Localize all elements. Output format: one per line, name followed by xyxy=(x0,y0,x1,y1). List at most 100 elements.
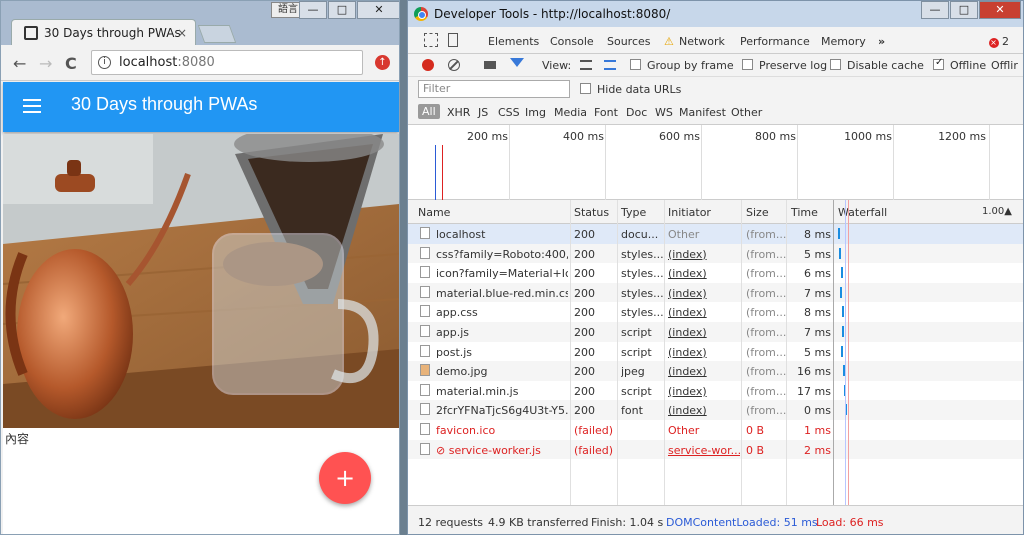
minimize-button[interactable]: — xyxy=(299,1,327,19)
extension-icon[interactable]: ↑ xyxy=(375,55,390,70)
table-row[interactable]: material.blue-red.min.css 200 styles... (in… xyxy=(408,282,1023,303)
preserve-log-checkbox[interactable] xyxy=(742,59,753,70)
group-by-frame-label: Group by frame xyxy=(647,59,734,72)
grid-line xyxy=(797,125,798,200)
record-icon[interactable] xyxy=(422,59,434,71)
request-name[interactable]: css?family=Roboto:400,... xyxy=(436,248,568,261)
tab-elements[interactable]: Elements xyxy=(488,35,539,48)
maximize-button[interactable]: □ xyxy=(328,1,356,19)
table-row[interactable]: localhost 200 docu... Other (from... 8 ms xyxy=(408,224,1023,244)
more-tabs-icon[interactable]: » xyxy=(878,35,885,48)
col-type[interactable]: Type xyxy=(621,206,646,219)
overview-icon[interactable] xyxy=(604,60,616,70)
tab-network[interactable]: Network xyxy=(665,35,731,57)
menu-icon[interactable] xyxy=(23,99,41,113)
offline-checkbox[interactable] xyxy=(933,57,944,70)
col-size[interactable]: Size xyxy=(746,206,769,219)
back-arrow-icon[interactable]: ← xyxy=(13,54,26,73)
request-initiator[interactable]: (index) xyxy=(668,287,740,300)
type-manifest[interactable]: Manifest xyxy=(679,106,726,119)
type-doc[interactable]: Doc xyxy=(626,106,647,119)
type-all[interactable]: All xyxy=(418,104,440,119)
request-name[interactable]: post.js xyxy=(436,346,568,359)
forward-arrow-icon[interactable]: → xyxy=(39,54,52,73)
col-status[interactable]: Status xyxy=(574,206,609,219)
type-ws[interactable]: WS xyxy=(655,106,673,119)
tab-console[interactable]: Console xyxy=(550,35,594,48)
request-name[interactable]: icon?family=Material+Ic... xyxy=(436,267,568,280)
error-counter[interactable]: × 2 xyxy=(988,35,1009,48)
devtools-minimize-button[interactable]: — xyxy=(921,1,949,19)
request-initiator[interactable]: (index) xyxy=(668,248,740,261)
request-size: (from... xyxy=(746,228,786,241)
tick-label: 200 ms xyxy=(467,130,508,143)
type-font[interactable]: Font xyxy=(594,106,618,119)
request-initiator[interactable]: (index) xyxy=(668,326,740,339)
close-button[interactable]: ✕ xyxy=(357,1,399,19)
devtools-close-button[interactable]: ✕ xyxy=(979,1,1021,19)
request-name[interactable]: 2fcrYFNaTjcS6g4U3t-Y5... xyxy=(436,404,568,417)
table-row[interactable]: ⊘ service-worker.js (failed) service-wor..… xyxy=(408,439,1023,460)
hide-data-urls-checkbox[interactable] xyxy=(580,83,591,94)
table-row[interactable]: material.min.js 200 script (index) (from... 1… xyxy=(408,381,1023,401)
col-time[interactable]: Time xyxy=(791,206,818,219)
request-name[interactable]: localhost xyxy=(436,228,568,241)
tab-memory[interactable]: Memory xyxy=(821,35,866,48)
table-row[interactable]: icon?family=Material+Ic... 200 styles... (i… xyxy=(408,263,1023,283)
reload-icon[interactable]: C xyxy=(65,54,77,73)
table-row[interactable]: app.js 200 script (index) (from... 7 ms xyxy=(408,322,1023,342)
col-initiator[interactable]: Initiator xyxy=(668,206,711,219)
throttling-select[interactable]: Offlir xyxy=(991,59,1018,72)
request-initiator[interactable]: (index) xyxy=(668,385,740,398)
type-other[interactable]: Other xyxy=(731,106,762,119)
table-row[interactable]: demo.jpg 200 jpeg (index) (from... 16 ms xyxy=(408,361,1023,381)
request-name[interactable]: favicon.ico xyxy=(436,424,568,437)
request-name[interactable]: material.min.js xyxy=(436,385,568,398)
waterfall-sort[interactable]: 1.00▲ xyxy=(982,206,1012,217)
request-initiator[interactable]: Other xyxy=(668,228,740,241)
table-row[interactable]: app.css 200 styles... (index) (from... 8 ms xyxy=(408,302,1023,322)
table-row[interactable]: css?family=Roboto:400,... 200 styles... (in… xyxy=(408,243,1023,264)
waterfall-bar xyxy=(841,267,843,279)
table-row[interactable]: 2fcrYFNaTjcS6g4U3t-Y5... 200 font (index) (f… xyxy=(408,400,1023,420)
filter-icon[interactable] xyxy=(510,58,524,67)
table-row[interactable]: favicon.ico (failed) Other 0 B 1 ms xyxy=(408,420,1023,440)
device-toolbar-icon[interactable] xyxy=(448,33,458,47)
filter-input[interactable]: Filter xyxy=(418,80,570,98)
request-initiator[interactable]: (index) xyxy=(668,267,740,280)
url-input[interactable]: i localhost :8080 xyxy=(91,50,363,75)
request-initiator[interactable]: (index) xyxy=(668,365,740,378)
type-js[interactable]: JS xyxy=(478,106,488,119)
request-name[interactable]: material.blue-red.min.css xyxy=(436,287,568,300)
request-name[interactable]: ⊘ service-worker.js xyxy=(436,444,568,457)
request-initiator[interactable]: (index) xyxy=(668,306,740,319)
new-tab-button[interactable] xyxy=(197,25,237,43)
disable-cache-checkbox[interactable] xyxy=(830,59,841,70)
tab-close-icon[interactable]: × xyxy=(177,26,187,40)
col-name[interactable]: Name xyxy=(418,206,450,219)
type-media[interactable]: Media xyxy=(554,106,587,119)
inspect-element-icon[interactable] xyxy=(424,33,438,47)
type-img[interactable]: Img xyxy=(525,106,546,119)
request-initiator[interactable]: service-wor... xyxy=(668,444,740,457)
request-name[interactable]: demo.jpg xyxy=(436,365,568,378)
capture-screenshots-icon[interactable] xyxy=(484,61,496,69)
request-name[interactable]: app.css xyxy=(436,306,568,319)
table-row[interactable]: post.js 200 script (index) (from... 5 ms xyxy=(408,342,1023,362)
request-name[interactable]: app.js xyxy=(436,326,568,339)
browser-tab[interactable]: 30 Days through PWAs × xyxy=(11,19,196,46)
tab-sources[interactable]: Sources xyxy=(607,35,651,48)
tab-performance[interactable]: Performance xyxy=(740,35,810,48)
devtools-maximize-button[interactable]: □ xyxy=(950,1,978,19)
clear-icon[interactable] xyxy=(448,59,460,71)
request-initiator[interactable]: (index) xyxy=(668,346,740,359)
group-by-frame-checkbox[interactable] xyxy=(630,59,641,70)
timeline-overview[interactable]: 200 ms 400 ms 600 ms 800 ms 1000 ms 1200… xyxy=(408,125,1023,200)
type-xhr[interactable]: XHR xyxy=(447,106,470,119)
add-fab-button[interactable]: + xyxy=(319,452,371,504)
request-initiator[interactable]: (index) xyxy=(668,404,740,417)
type-css[interactable]: CSS xyxy=(498,106,520,119)
request-initiator[interactable]: Other xyxy=(668,424,740,437)
info-icon[interactable]: i xyxy=(98,56,111,69)
large-rows-icon[interactable] xyxy=(580,60,592,70)
